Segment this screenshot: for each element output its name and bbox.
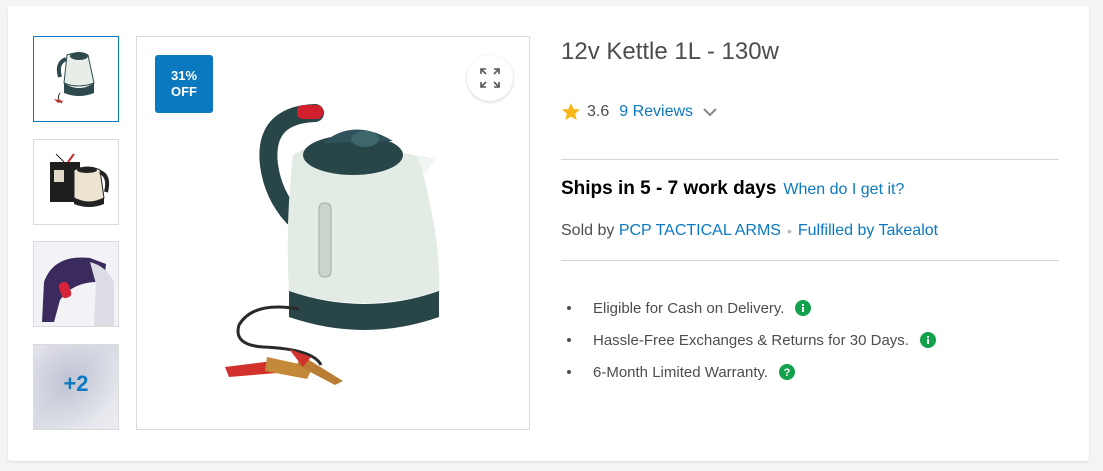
benefit-text: Eligible for Cash on Delivery. — [593, 299, 785, 317]
thumbnail-3[interactable] — [33, 241, 119, 327]
info-icon[interactable] — [795, 300, 812, 316]
benefit-text: 6-Month Limited Warranty. — [593, 363, 769, 381]
divider-top — [561, 159, 1059, 160]
ships-in-text: Ships in 5 - 7 work days — [561, 178, 777, 199]
svg-text:?: ? — [784, 367, 791, 379]
bullet — [567, 370, 571, 374]
star-icon — [562, 103, 580, 120]
bullet — [567, 306, 571, 310]
chevron-down-icon[interactable] — [701, 103, 719, 121]
info-icon[interactable] — [919, 332, 936, 348]
product-title: 12v Kettle 1L - 130w — [561, 38, 779, 65]
sold-by-label: Sold by — [561, 222, 615, 239]
kettle-image — [225, 104, 440, 385]
bullet — [567, 338, 571, 342]
shipping-row: Ships in 5 - 7 work days When do I get i… — [561, 178, 904, 200]
seller-row: Sold by PCP TACTICAL ARMS • Fulfilled by… — [561, 222, 938, 240]
seller-link[interactable]: PCP TACTICAL ARMS — [619, 222, 781, 240]
benefit-item: Hassle-Free Exchanges & Returns for 30 D… — [567, 324, 936, 356]
expand-image-button[interactable] — [467, 55, 513, 101]
kettle-box-thumbnail-image — [50, 153, 110, 207]
reviews-link[interactable]: 9 Reviews — [619, 103, 693, 121]
delivery-info-link[interactable]: When do I get it? — [783, 181, 904, 199]
thumbnail-1[interactable] — [33, 36, 119, 122]
thumbnail-2[interactable] — [33, 139, 119, 225]
more-images-count: +2 — [63, 371, 89, 396]
kettle-handle-thumbnail-image — [34, 242, 118, 326]
help-icon[interactable]: ? — [779, 364, 796, 380]
main-product-image[interactable]: 31% OFF — [136, 36, 530, 430]
more-images-thumbnail[interactable]: +2 — [33, 344, 119, 430]
benefits-list: Eligible for Cash on Delivery. Hassle-Fr… — [567, 292, 936, 388]
benefit-item: 6-Month Limited Warranty. ? — [567, 356, 936, 388]
benefit-item: Eligible for Cash on Delivery. — [567, 292, 936, 324]
separator-dot: • — [786, 223, 792, 239]
rating-row: 3.6 9 Reviews — [561, 101, 719, 123]
fulfilled-by-link[interactable]: Fulfilled by Takealot — [798, 222, 938, 240]
expand-icon — [480, 68, 500, 88]
kettle-thumbnail-image — [54, 52, 95, 104]
benefit-text: Hassle-Free Exchanges & Returns for 30 D… — [593, 331, 909, 349]
divider-bottom — [561, 260, 1059, 261]
rating-score: 3.6 — [587, 103, 610, 120]
discount-percent: 31% — [170, 68, 198, 83]
